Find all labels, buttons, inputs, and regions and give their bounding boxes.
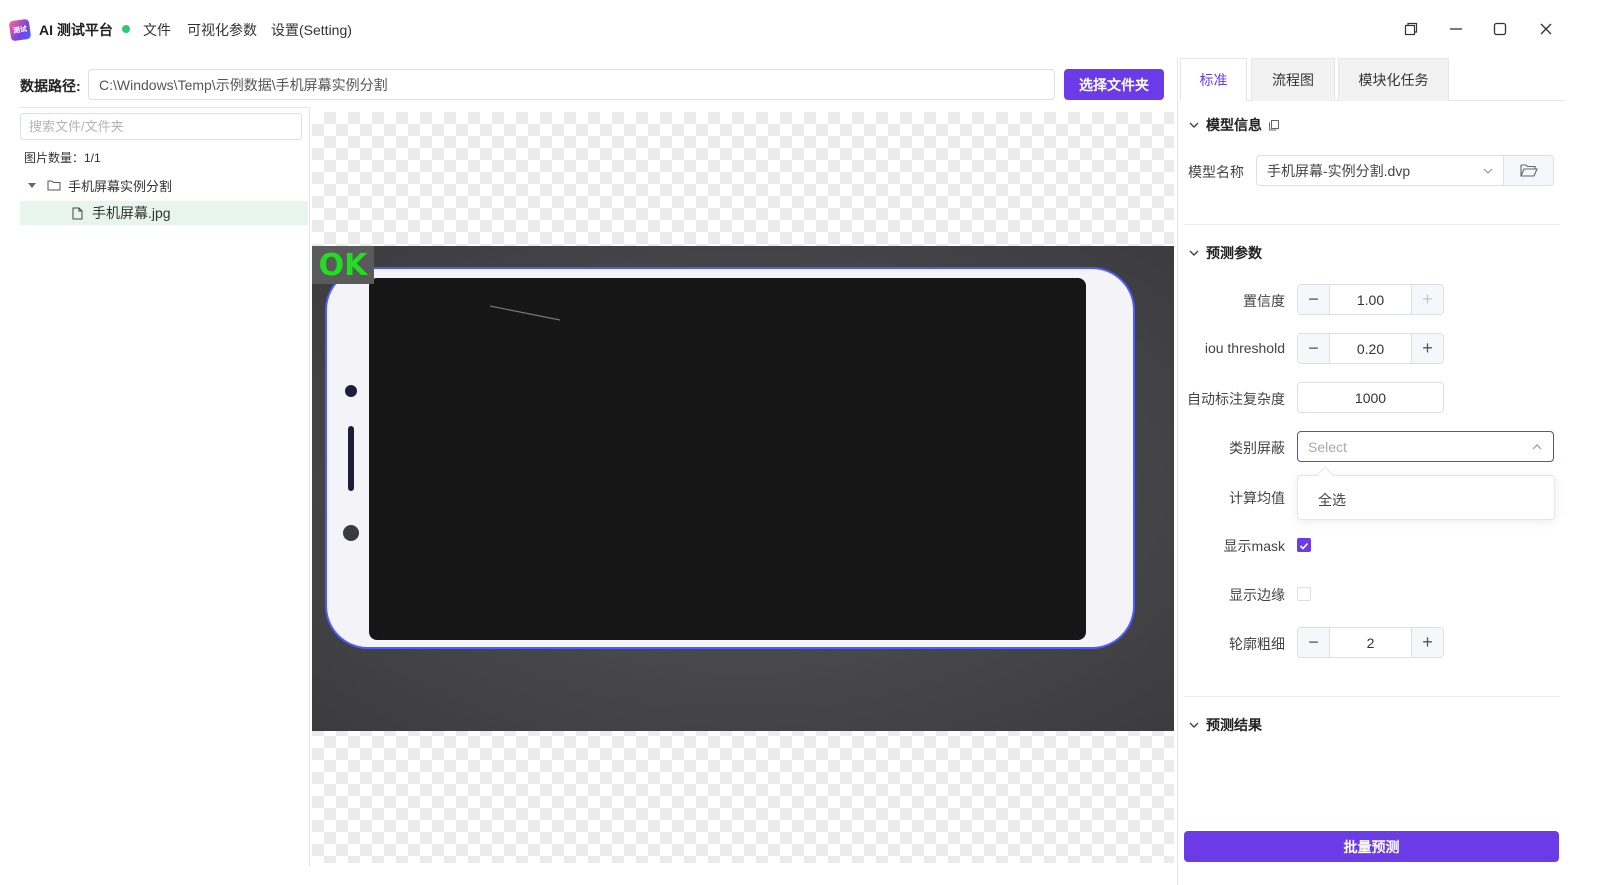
iou-stepper[interactable]: − 0.20 + — [1297, 333, 1444, 364]
predict-result-title: 预测结果 — [1206, 717, 1262, 733]
class-mask-placeholder: Select — [1308, 438, 1347, 455]
chevron-down-icon — [1189, 250, 1199, 256]
tab-bar: 标准 流程图 模块化任务 — [1180, 58, 1564, 101]
confidence-value[interactable]: 1.00 — [1330, 285, 1411, 314]
show-edge-checkbox[interactable] — [1297, 587, 1311, 601]
file-search-input[interactable] — [20, 113, 302, 140]
maximize-icon — [1493, 22, 1507, 36]
confidence-increase-button[interactable]: + — [1411, 285, 1443, 314]
confidence-label: 置信度 — [1243, 293, 1285, 309]
title-bar: 测试 AI 测试平台 文件 可视化参数 设置(Setting) — [0, 0, 1600, 58]
show-mask-checkbox[interactable] — [1297, 538, 1311, 552]
contour-increase-button[interactable]: + — [1411, 628, 1443, 657]
phone-screen-image — [312, 246, 1174, 731]
folder-name: 手机屏幕实例分割 — [68, 178, 173, 194]
show-edge-label: 显示边缘 — [1229, 587, 1285, 603]
chevron-down-icon — [1189, 122, 1199, 128]
phone-image — [312, 246, 1174, 731]
status-indicator — [122, 25, 130, 33]
result-ok-label: OK — [312, 246, 374, 284]
model-name-select[interactable]: 手机屏幕-实例分割.dvp — [1256, 155, 1504, 186]
iou-label: iou threshold — [1204, 340, 1285, 356]
select-folder-button[interactable]: 选择文件夹 — [1064, 69, 1164, 100]
tab-flowchart[interactable]: 流程图 — [1251, 58, 1335, 101]
caret-down-icon — [28, 183, 36, 188]
maximize-button[interactable] — [1489, 18, 1511, 40]
dropdown-option-select-all[interactable]: 全选 — [1318, 490, 1346, 510]
restore-icon — [1404, 22, 1418, 36]
iou-value[interactable]: 0.20 — [1330, 334, 1411, 363]
class-mask-dropdown: 全选 — [1297, 475, 1555, 520]
model-name-label: 模型名称 — [1188, 164, 1244, 180]
class-mask-select[interactable]: Select — [1297, 431, 1554, 462]
model-name-value: 手机屏幕-实例分割.dvp — [1267, 162, 1411, 179]
contour-thickness-stepper[interactable]: − 2 + — [1297, 627, 1444, 658]
tab-standard[interactable]: 标准 — [1180, 58, 1247, 101]
auto-label-complexity-input[interactable]: 1000 — [1297, 382, 1444, 413]
chevron-up-icon — [1532, 443, 1542, 449]
contour-thickness-label: 轮廓粗细 — [1229, 636, 1285, 652]
model-info-title: 模型信息 — [1206, 117, 1262, 133]
auto-label-complexity-label: 自动标注复杂度 — [1187, 391, 1285, 407]
app-logo-icon: 测试 — [8, 18, 32, 42]
copy-icon[interactable] — [1268, 119, 1280, 131]
contour-decrease-button[interactable]: − — [1298, 628, 1330, 657]
folder-icon — [47, 180, 61, 191]
file-icon — [72, 207, 83, 219]
menu-file[interactable]: 文件 — [143, 20, 171, 40]
section-divider — [1184, 696, 1560, 697]
minimize-icon — [1450, 28, 1462, 30]
tree-folder-item[interactable]: 手机屏幕实例分割 — [20, 172, 308, 198]
image-count: 图片数量：1/1 — [24, 151, 101, 165]
class-mask-label: 类别屏蔽 — [1229, 440, 1285, 456]
show-mask-label: 显示mask — [1223, 538, 1285, 554]
iou-increase-button[interactable]: + — [1411, 334, 1443, 363]
model-info-header[interactable]: 模型信息 — [1188, 115, 1280, 135]
browse-model-button[interactable] — [1503, 155, 1554, 186]
batch-predict-button[interactable]: 批量预测 — [1184, 831, 1559, 862]
iou-decrease-button[interactable]: − — [1298, 334, 1330, 363]
data-path-input[interactable] — [88, 69, 1055, 100]
calc-mean-label: 计算均值 — [1229, 490, 1285, 506]
tree-file-item[interactable]: 手机屏幕.jpg — [20, 201, 308, 225]
predict-params-title: 预测参数 — [1206, 245, 1262, 261]
predict-result-header[interactable]: 预测结果 — [1188, 715, 1262, 735]
chevron-down-icon — [1483, 168, 1493, 174]
section-divider — [1184, 224, 1560, 225]
file-name: 手机屏幕.jpg — [92, 205, 171, 221]
contour-value[interactable]: 2 — [1330, 628, 1411, 657]
chevron-down-icon — [1189, 722, 1199, 728]
minimize-button[interactable] — [1445, 18, 1467, 40]
data-path-label: 数据路径: — [20, 78, 81, 94]
panel-divider — [309, 107, 310, 867]
app-title: AI 测试平台 — [39, 22, 113, 38]
predict-params-header[interactable]: 预测参数 — [1188, 243, 1262, 263]
confidence-stepper[interactable]: − 1.00 + — [1297, 284, 1444, 315]
tab-modular-task[interactable]: 模块化任务 — [1338, 58, 1449, 101]
restore-window-button[interactable] — [1400, 18, 1422, 40]
close-button[interactable] — [1535, 18, 1557, 40]
right-panel-divider — [1177, 58, 1178, 885]
menu-settings[interactable]: 设置(Setting) — [271, 20, 352, 40]
menu-visual-params[interactable]: 可视化参数 — [187, 20, 257, 40]
file-panel: 图片数量：1/1 手机屏幕实例分割 手机屏幕.jpg — [20, 107, 308, 867]
check-icon — [1299, 542, 1309, 550]
confidence-decrease-button[interactable]: − — [1298, 285, 1330, 314]
close-icon — [1540, 23, 1552, 35]
folder-open-icon — [1519, 164, 1538, 177]
